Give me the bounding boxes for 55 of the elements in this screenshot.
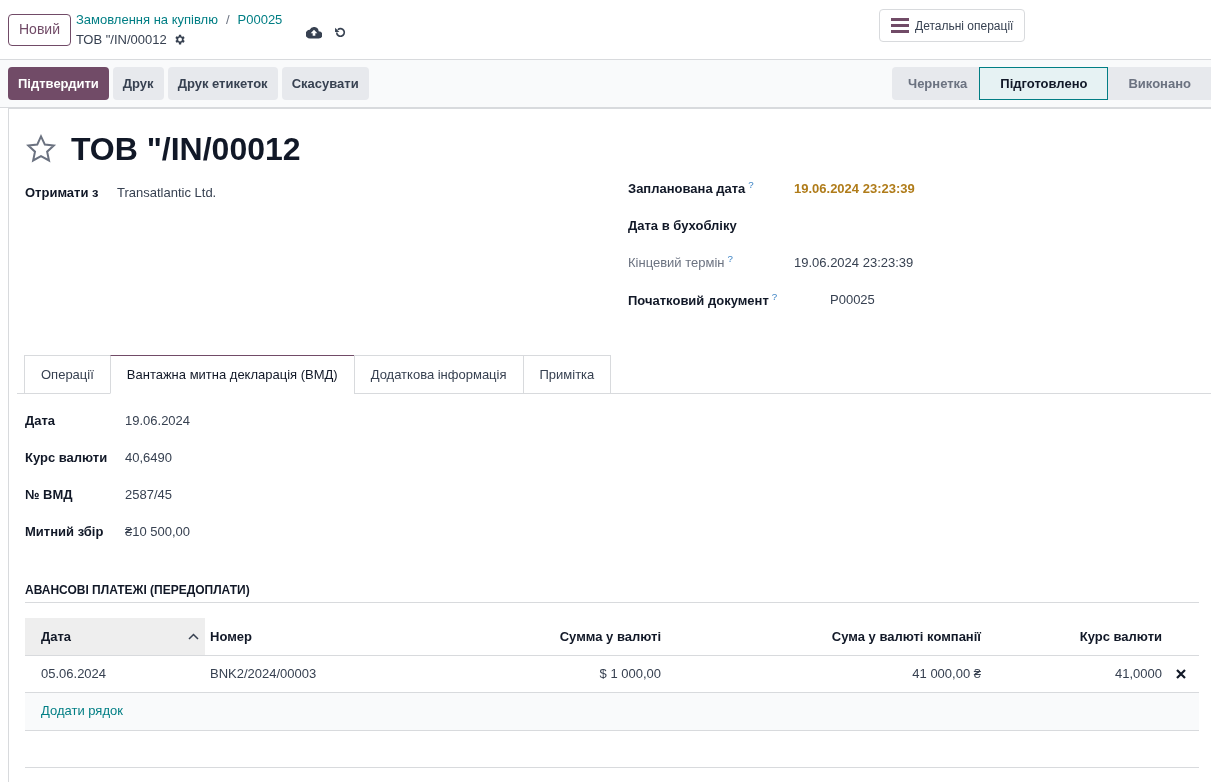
table-cell: BNK2/2024/00003 (205, 655, 375, 692)
record-name: ТОВ "/IN/00012 (76, 30, 167, 49)
breadcrumb-link[interactable]: Замовлення на купівлю (76, 10, 218, 30)
field-label: Дата (25, 412, 57, 430)
field-value: 19.06.2024 23:23:39 (794, 254, 914, 272)
field-label: Отримати з (25, 184, 100, 202)
table-cell: 05.06.2024 (25, 655, 205, 692)
field-label: № ВМД (25, 486, 74, 504)
tab[interactable]: Вантажна митна декларація (ВМД) (109, 355, 355, 394)
cloud-upload-icon[interactable] (306, 26, 323, 39)
field-value: P00025 (830, 291, 875, 309)
new-button[interactable]: Новий (8, 13, 71, 46)
field-value: 40,6490 (125, 449, 172, 467)
field-label: Курс валюти (25, 449, 109, 467)
column-header[interactable]: Курс валюти (981, 618, 1162, 655)
field-label: Дата в бухобліку (628, 217, 738, 235)
sort-caret-icon (188, 632, 199, 640)
status-stage[interactable]: Чернетка (892, 67, 980, 100)
status-stage[interactable]: Підготовлено (979, 67, 1109, 100)
add-line-link[interactable]: Додати рядок (41, 703, 123, 719)
field-value: 19.06.2024 23:23:39 (794, 180, 915, 198)
field-label: Початковий документ $^{?}$ (628, 290, 779, 310)
record-title: ТОВ "/IN/00012 (71, 130, 301, 169)
star-icon[interactable] (25, 133, 57, 165)
breadcrumb-separator: / (225, 11, 230, 29)
action-button[interactable]: Друк етикеток (167, 67, 278, 100)
table-cell: $ 1 000,00 (375, 655, 661, 692)
field-label: Кінцевий термін $^{?}$ (628, 253, 734, 272)
action-button[interactable]: Підтвердити (8, 67, 109, 100)
column-header[interactable]: Сума у валюті компанії (661, 618, 981, 655)
delete-icon[interactable] (1175, 669, 1186, 680)
help-mark[interactable]: ? (748, 179, 754, 191)
table-cell: 41 000,00 ₴ (661, 655, 981, 692)
action-button[interactable]: Друк (112, 67, 164, 100)
column-header[interactable]: Дата (25, 618, 205, 655)
field-label: Митний збір (25, 523, 105, 541)
undo-icon[interactable] (334, 26, 348, 39)
field-label: Запланована дата $^{?}$ (628, 179, 755, 198)
table-cell: 41,0000 (981, 655, 1162, 692)
help-mark[interactable]: ? (727, 253, 733, 265)
detailed-operations-button[interactable]: Детальні операції (879, 9, 1026, 42)
action-button[interactable]: Скасувати (281, 67, 369, 100)
tab[interactable]: Додаткова інформація (353, 355, 524, 394)
field-value: ₴10 500,00 (125, 523, 191, 541)
breadcrumb-link[interactable]: P00025 (237, 10, 283, 30)
menu-icon (891, 18, 909, 33)
tab[interactable]: Примітка (522, 355, 612, 394)
section-title: АВАНСОВІ ПЛАТЕЖІ (ПЕРЕДОПЛАТИ) (25, 581, 1199, 603)
help-mark[interactable]: ? (771, 291, 778, 303)
field-value: Transatlantic Ltd. (117, 184, 217, 202)
field-value: 2587/45 (125, 486, 172, 504)
column-header[interactable]: Номер (205, 618, 375, 655)
column-header[interactable]: Сумма у валюті (375, 618, 661, 655)
status-stage[interactable]: Виконано (1108, 67, 1211, 100)
field-value: 19.06.2024 (125, 412, 191, 430)
